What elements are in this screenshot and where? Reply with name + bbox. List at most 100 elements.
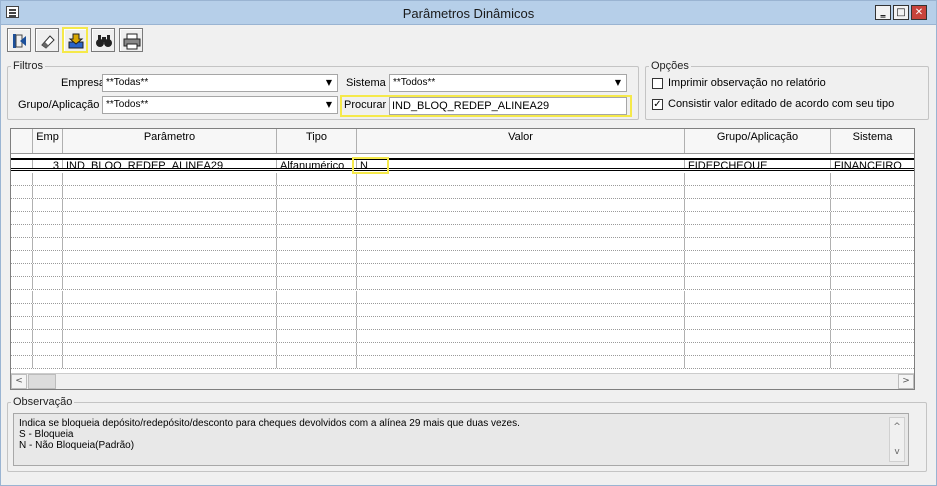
cell-parametro[interactable] (63, 303, 277, 316)
cell-tipo[interactable] (277, 251, 357, 264)
cell-valor[interactable] (357, 303, 685, 316)
cell-grupo[interactable] (685, 277, 831, 290)
cell-parametro[interactable] (63, 316, 277, 329)
cell-emp[interactable] (33, 316, 63, 329)
cell-emp[interactable] (33, 355, 63, 368)
eraser-button[interactable] (35, 28, 59, 52)
cell-sistema[interactable] (831, 304, 914, 316)
cell-emp[interactable] (33, 303, 63, 316)
cell-parametro[interactable] (63, 251, 277, 264)
cell-valor[interactable] (357, 173, 685, 186)
scroll-thumb[interactable] (28, 374, 56, 389)
cell-emp[interactable] (33, 199, 63, 212)
cell-tipo[interactable] (277, 212, 357, 225)
table-row[interactable] (11, 225, 914, 239)
cell-sistema[interactable] (831, 330, 914, 342)
cell-emp[interactable] (33, 264, 63, 277)
search-button[interactable] (91, 28, 115, 52)
cell-valor[interactable] (357, 277, 685, 290)
scroll-right-icon[interactable]: > (898, 374, 914, 389)
cell-parametro[interactable] (63, 342, 277, 355)
cell-emp[interactable]: 3 (33, 160, 63, 168)
cell-parametro[interactable] (63, 355, 277, 368)
scroll-up-icon[interactable]: ^ (890, 420, 904, 434)
cell-sistema[interactable] (831, 186, 914, 198)
cell-grupo[interactable] (685, 251, 831, 264)
cell-valor[interactable]: N (357, 160, 685, 168)
cell-valor[interactable] (357, 290, 685, 303)
cell-parametro[interactable] (63, 199, 277, 212)
cell-emp[interactable] (33, 342, 63, 355)
col-parametro[interactable]: Parâmetro (63, 129, 277, 153)
cell-grupo[interactable] (685, 212, 831, 225)
cell-tipo[interactable] (277, 264, 357, 277)
cell-tipo[interactable] (277, 316, 357, 329)
procurar-field[interactable] (390, 98, 626, 114)
table-row[interactable] (11, 199, 914, 213)
cell-parametro[interactable] (63, 290, 277, 303)
cell-parametro[interactable] (63, 186, 277, 199)
horizontal-scrollbar[interactable]: < > (11, 373, 914, 389)
consistir-checkbox[interactable]: ✓ (652, 99, 663, 110)
cell-grupo[interactable] (685, 303, 831, 316)
cell-valor[interactable] (357, 186, 685, 199)
parametros-grid[interactable]: Emp Parâmetro Tipo Valor Grupo/Aplicação… (10, 128, 915, 390)
cell-valor[interactable] (357, 329, 685, 342)
cell-tipo[interactable] (277, 186, 357, 199)
cell-sistema[interactable] (831, 291, 914, 303)
observacao-text[interactable]: Indica se bloqueia depósito/redepósito/d… (13, 413, 909, 466)
cell-grupo[interactable] (685, 355, 831, 368)
cell-valor[interactable] (357, 212, 685, 225)
chevron-down-icon[interactable]: ▼ (322, 76, 336, 90)
grupo-select[interactable]: **Todos** ▼ (102, 96, 338, 114)
cell-tipo[interactable] (277, 225, 357, 238)
cell-emp[interactable] (33, 251, 63, 264)
sistema-select[interactable]: **Todos** ▼ (389, 74, 627, 92)
maximize-button[interactable]: □ (893, 5, 909, 20)
cell-tipo[interactable] (277, 303, 357, 316)
imprimir-checkbox[interactable] (652, 78, 663, 89)
cell-grupo[interactable] (685, 238, 831, 251)
exit-button[interactable] (7, 28, 31, 52)
table-row[interactable] (11, 277, 914, 291)
cell-grupo[interactable] (685, 186, 831, 199)
cell-valor[interactable] (357, 264, 685, 277)
table-row[interactable] (11, 251, 914, 265)
cell-valor[interactable] (357, 316, 685, 329)
cell-grupo[interactable] (685, 316, 831, 329)
chevron-down-icon[interactable]: ▼ (322, 98, 336, 112)
cell-parametro[interactable] (63, 173, 277, 186)
cell-grupo[interactable] (685, 225, 831, 238)
empresa-select[interactable]: **Todas** ▼ (102, 74, 338, 92)
col-tipo[interactable]: Tipo (277, 129, 357, 153)
cell-grupo[interactable] (685, 264, 831, 277)
cell-tipo[interactable] (277, 173, 357, 186)
table-row[interactable] (11, 290, 914, 304)
table-row[interactable]: 3 IND_BLOQ_REDEP_ALINEA29 Alfanumérico N FID… (11, 158, 914, 171)
table-row[interactable] (11, 238, 914, 252)
cell-sistema[interactable] (831, 225, 914, 237)
col-grupo[interactable]: Grupo/Aplicação (685, 129, 831, 153)
cell-parametro[interactable] (63, 238, 277, 251)
cell-emp[interactable] (33, 290, 63, 303)
cell-sistema[interactable] (831, 264, 914, 276)
cell-tipo[interactable] (277, 277, 357, 290)
chevron-down-icon[interactable]: ▼ (611, 76, 625, 90)
table-row[interactable] (11, 212, 914, 226)
cell-grupo[interactable] (685, 342, 831, 355)
cell-sistema[interactable] (831, 212, 914, 224)
vertical-scrollbar[interactable]: ^ v (889, 417, 905, 462)
cell-valor[interactable] (357, 238, 685, 251)
cell-tipo[interactable] (277, 355, 357, 368)
cell-parametro[interactable] (63, 212, 277, 225)
cell-sistema[interactable] (831, 356, 914, 368)
cell-sistema[interactable] (831, 173, 914, 185)
cell-sistema[interactable] (831, 277, 914, 289)
cell-sistema[interactable] (831, 251, 914, 263)
cell-grupo[interactable] (685, 290, 831, 303)
cell-sistema[interactable] (831, 238, 914, 250)
cell-valor[interactable] (357, 225, 685, 238)
save-button[interactable] (62, 27, 88, 53)
cell-sistema[interactable] (831, 199, 914, 211)
print-button[interactable] (119, 28, 143, 52)
